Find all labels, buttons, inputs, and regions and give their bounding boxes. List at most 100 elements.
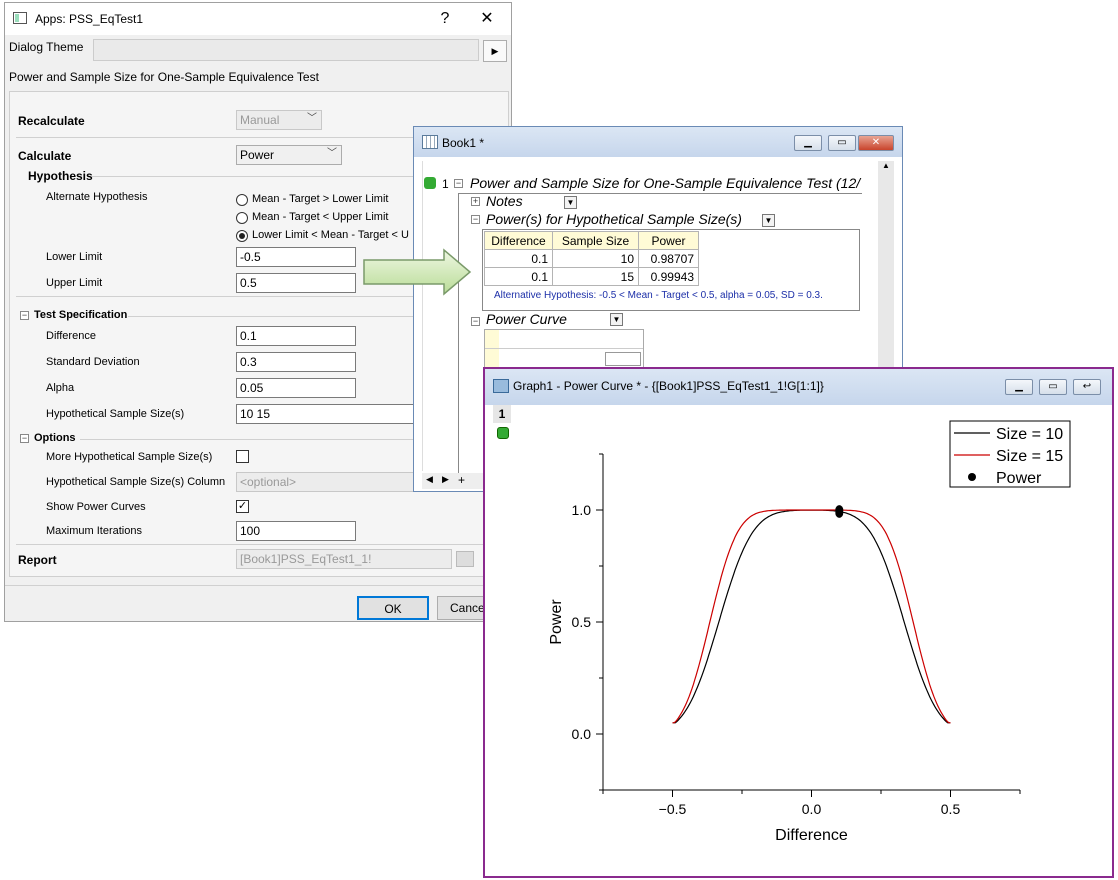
difference-label: Difference <box>46 330 96 342</box>
more-hss-checkbox[interactable] <box>236 450 249 463</box>
collapse-icon[interactable]: − <box>454 179 463 188</box>
table-cell[interactable]: 15 <box>552 267 639 286</box>
close-button[interactable]: ✕ <box>858 135 894 151</box>
dialog-description: Power and Sample Size for One-Sample Equ… <box>9 70 319 84</box>
graph-window: Graph1 - Power Curve * - {[Book1]PSS_EqT… <box>483 367 1114 878</box>
lock-icon <box>424 177 436 189</box>
table-cell[interactable]: 10 <box>552 249 639 268</box>
upper-limit-label: Upper Limit <box>46 277 103 289</box>
dropdown-icon[interactable]: ▼ <box>610 313 623 326</box>
add-sheet-icon[interactable]: + <box>458 473 465 487</box>
close-icon[interactable]: ✕ <box>477 11 497 27</box>
curve-heading: Power Curve <box>486 311 567 327</box>
collapse-icon[interactable]: − <box>471 215 480 224</box>
upper-limit-input[interactable]: 0.5 <box>236 273 356 293</box>
legend-label: Size = 10 <box>996 426 1063 443</box>
more-hss-label: More Hypothetical Sample Size(s) <box>46 451 213 463</box>
collapse-icon[interactable]: − <box>20 311 29 320</box>
difference-input[interactable]: 0.1 <box>236 326 356 346</box>
radio-button[interactable] <box>236 212 248 224</box>
sd-input[interactable]: 0.3 <box>236 352 356 372</box>
curve-thumbnail[interactable] <box>484 329 644 370</box>
table-cell[interactable]: 0.99943 <box>638 267 699 286</box>
show-curves-checkbox[interactable]: ✓ <box>236 500 249 513</box>
hss-input[interactable]: 10 15 <box>236 404 416 424</box>
dialog-title: Apps: PSS_EqTest1 <box>35 12 144 26</box>
help-button[interactable]: ? <box>435 11 455 27</box>
y-tick-label: 0.0 <box>572 726 592 742</box>
dropdown-icon[interactable]: ▼ <box>762 214 775 227</box>
divider <box>485 348 643 349</box>
table-header-row: Difference Sample Size Power <box>484 231 699 250</box>
report-title: Power and Sample Size for One-Sample Equ… <box>470 175 861 191</box>
table-footnote: Alternative Hypothesis: -0.5 < Mean - Ta… <box>494 290 823 301</box>
legend-label: Size = 15 <box>996 448 1063 465</box>
table-row: 0.1 10 0.98707 <box>484 249 699 268</box>
workbook-icon <box>422 135 438 149</box>
thumbnail-header <box>485 330 499 370</box>
thumbnail-legend <box>605 352 641 366</box>
column-header: Power <box>638 231 699 250</box>
collapse-icon[interactable]: − <box>471 317 480 326</box>
table-heading: Power(s) for Hypothetical Sample Size(s) <box>486 211 742 227</box>
prev-sheet-icon[interactable]: ◀ <box>426 474 433 485</box>
x-tick-label: 0.0 <box>802 801 822 817</box>
row-number: 1 <box>442 177 449 191</box>
radio-button-selected[interactable] <box>236 230 248 242</box>
maximize-button[interactable]: ▭ <box>828 135 856 151</box>
power-curve-chart: −0.5 0.0 0.5 0.0 0.5 1.0 Difference Power Size =… <box>548 420 1071 844</box>
table-cell[interactable]: 0.1 <box>484 267 553 286</box>
test-spec-heading: Test Specification <box>34 309 128 321</box>
table-cell[interactable]: 0.98707 <box>638 249 699 268</box>
table-icon[interactable] <box>456 551 474 567</box>
sd-label: Standard Deviation <box>46 356 140 368</box>
legend-marker <box>968 473 976 481</box>
power-point <box>835 505 844 516</box>
alt-hypothesis-label: Alternate Hypothesis <box>46 191 148 203</box>
max-iter-input[interactable]: 100 <box>236 521 356 541</box>
results-table: Difference Sample Size Power 0.1 10 0.98… <box>484 231 699 286</box>
theme-label: Dialog Theme <box>9 40 84 54</box>
alt-option-2[interactable]: Lower Limit < Mean - Target < U <box>252 229 409 241</box>
next-sheet-icon[interactable]: ▶ <box>442 474 449 485</box>
hypothesis-heading: Hypothesis <box>28 169 93 183</box>
expand-icon[interactable]: + <box>471 197 480 206</box>
x-tick-label: −0.5 <box>659 801 687 817</box>
scroll-up-icon[interactable]: ▲ <box>878 161 894 170</box>
collapse-icon[interactable]: − <box>20 434 29 443</box>
alt-option-0[interactable]: Mean - Target > Lower Limit <box>252 193 388 205</box>
recalculate-label: Recalculate <box>18 114 85 128</box>
divider <box>16 544 504 545</box>
alt-option-1[interactable]: Mean - Target < Upper Limit <box>252 211 388 223</box>
series-line-2 <box>672 509 951 724</box>
chevron-down-icon: ﹀ <box>307 113 317 124</box>
hss-column-input[interactable]: <optional> <box>236 472 416 492</box>
lower-limit-label: Lower Limit <box>46 251 103 263</box>
radio-button[interactable] <box>236 194 248 206</box>
tree-line <box>458 193 459 473</box>
dropdown-icon[interactable]: ▼ <box>564 196 577 209</box>
report-input[interactable]: [Book1]PSS_EqTest1_1! <box>236 549 452 569</box>
recalculate-select: Manual ﹀ <box>236 110 322 130</box>
x-tick-label: 0.5 <box>941 801 961 817</box>
app-window-icon <box>13 12 27 24</box>
series-line-1 <box>672 509 951 724</box>
theme-arrow-button[interactable]: ▶ <box>483 40 507 62</box>
alpha-input[interactable]: 0.05 <box>236 378 356 398</box>
lower-limit-input[interactable]: -0.5 <box>236 247 356 267</box>
legend-label: Power <box>996 470 1042 487</box>
hss-label: Hypothetical Sample Size(s) <box>46 408 185 420</box>
table-row: 0.1 15 0.99943 <box>484 267 699 286</box>
sheet-nav: ◀ ▶ + <box>422 473 492 489</box>
theme-input[interactable] <box>93 39 479 61</box>
ok-button[interactable]: OK <box>357 596 429 620</box>
minimize-button[interactable]: ▁ <box>794 135 822 151</box>
max-iter-label: Maximum Iterations <box>46 525 142 537</box>
calculate-label: Calculate <box>18 149 72 163</box>
y-tick-label: 0.5 <box>572 614 592 630</box>
calculate-select[interactable]: Power ﹀ <box>236 145 342 165</box>
chevron-down-icon: ﹀ <box>327 148 337 159</box>
column-header: Difference <box>484 231 553 250</box>
show-curves-label: Show Power Curves <box>46 501 146 513</box>
table-cell[interactable]: 0.1 <box>484 249 553 268</box>
